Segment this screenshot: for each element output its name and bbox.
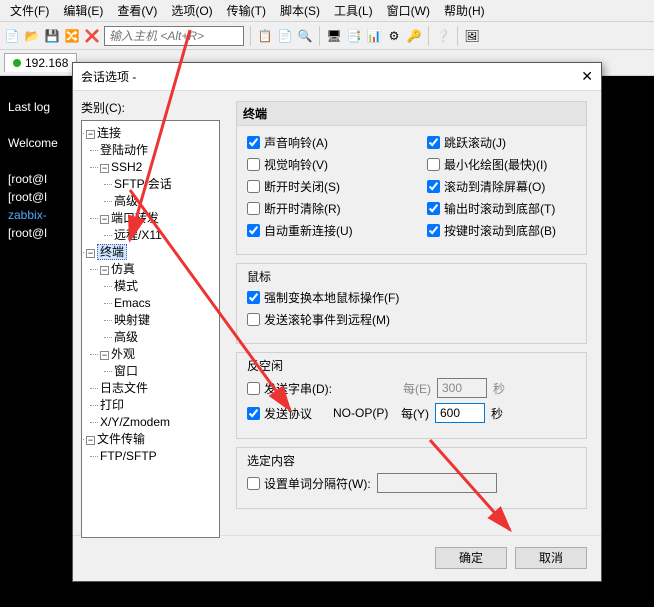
terminal-line: [root@l — [8, 226, 47, 240]
toolbar-icon[interactable]: 🔀 — [64, 28, 80, 44]
terminal-line: Welcome — [8, 136, 58, 150]
terminal-line: [root@l — [8, 190, 47, 204]
input-every2[interactable] — [435, 403, 485, 423]
copy-icon[interactable]: 📋 — [257, 28, 273, 44]
chk-clearondisc[interactable]: 断开时清除(R) — [247, 200, 387, 217]
collapse-icon[interactable]: − — [86, 249, 95, 258]
tree-terminal[interactable]: 终端 — [97, 244, 127, 260]
menubar: 文件(F) 编辑(E) 查看(V) 选项(O) 传输(T) 脚本(S) 工具(L… — [0, 0, 654, 22]
chk-forcemouse[interactable]: 强制变换本地鼠标操作(F) — [247, 289, 399, 306]
tree-sftp[interactable]: SFTP 会话 — [114, 177, 172, 191]
menu-view[interactable]: 查看(V) — [111, 0, 163, 21]
status-dot-icon — [13, 59, 21, 67]
ok-button[interactable]: 确定 — [435, 547, 507, 569]
tree-label: 类别(C): — [81, 99, 220, 116]
menu-edit[interactable]: 编辑(E) — [57, 0, 109, 21]
tree-appearance[interactable]: 外观 — [111, 347, 135, 361]
cancel-button[interactable]: 取消 — [515, 547, 587, 569]
toolbar-icon[interactable]: 📂 — [24, 28, 40, 44]
tree-filetransfer[interactable]: 文件传输 — [97, 432, 145, 446]
menu-file[interactable]: 文件(F) — [4, 0, 55, 21]
toolbar-icon[interactable]: 📄 — [4, 28, 20, 44]
tree-mode[interactable]: 模式 — [114, 279, 138, 293]
chk-autoreconn[interactable]: 自动重新连接(U) — [247, 222, 387, 239]
tree-connection[interactable]: 连接 — [97, 126, 121, 140]
collapse-icon[interactable]: − — [100, 351, 109, 360]
host-input[interactable] — [104, 26, 244, 46]
tree-remote[interactable]: 远程/X11 — [114, 228, 162, 242]
label-noop: NO-OP(P) — [333, 406, 395, 420]
chk-visual[interactable]: 视觉响铃(V) — [247, 156, 387, 173]
toolbar-icon[interactable]: 🔑 — [406, 28, 422, 44]
menu-options[interactable]: 选项(O) — [165, 0, 218, 21]
tree-port[interactable]: 端口转发 — [111, 211, 159, 225]
chk-closeondisc[interactable]: 断开时关闭(S) — [247, 178, 387, 195]
chk-sendstr[interactable]: 发送字串(D): — [247, 380, 397, 397]
find-icon[interactable]: 🔍 — [297, 28, 313, 44]
tab-label: 192.168 — [25, 56, 68, 70]
tree-emulation[interactable]: 仿真 — [111, 262, 135, 276]
toolbar-icon[interactable]: 💾 — [44, 28, 60, 44]
input-every1 — [437, 378, 487, 398]
category-tree[interactable]: −连接 登陆动作 −SSH2 SFTP 会话 高级 −端口转发 远程/X11 — [81, 120, 220, 538]
label-every1: 每(E) — [403, 380, 431, 397]
tree-emacs[interactable]: Emacs — [114, 296, 151, 310]
chk-sound[interactable]: 声音响铃(A) — [247, 134, 387, 151]
toolbar-icon[interactable]: 📊 — [366, 28, 382, 44]
tree-ssh2[interactable]: SSH2 — [111, 160, 142, 174]
toolbar-icon[interactable]: 🖼 — [464, 28, 480, 44]
help-icon[interactable]: ❔ — [435, 28, 451, 44]
paste-icon[interactable]: 📄 — [277, 28, 293, 44]
menu-script[interactable]: 脚本(S) — [274, 0, 326, 21]
group-idle-title: 反空闲 — [247, 357, 576, 374]
collapse-icon[interactable]: − — [100, 215, 109, 224]
chk-wheel[interactable]: 发送滚轮事件到远程(M) — [247, 311, 390, 328]
menu-transfer[interactable]: 传输(T) — [221, 0, 272, 21]
tree-window[interactable]: 窗口 — [114, 364, 138, 378]
input-worddelim — [377, 473, 497, 493]
toolbar-icon[interactable]: 📑 — [346, 28, 362, 44]
label-sec1: 秒 — [493, 380, 505, 397]
chk-worddelim[interactable]: 设置单词分隔符(W): — [247, 475, 371, 492]
collapse-icon[interactable]: − — [86, 130, 95, 139]
toolbar-icon[interactable]: ⚙ — [386, 28, 402, 44]
tree-print[interactable]: 打印 — [100, 398, 124, 412]
terminal-line: [root@l — [8, 172, 47, 186]
chk-scrollout[interactable]: 输出时滚动到底部(T) — [427, 200, 567, 217]
terminal-line: Last log — [8, 100, 50, 114]
session-options-dialog: 会话选项 - ✕ 类别(C): −连接 登陆动作 −SSH2 SFTP 会话 高… — [72, 62, 602, 582]
menu-tools[interactable]: 工具(L) — [328, 0, 379, 21]
tree-logfile[interactable]: 日志文件 — [100, 381, 148, 395]
toolbar: 📄 📂 💾 🔀 ❌ 📋 📄 🔍 🖥 📑 📊 ⚙ 🔑 ❔ 🖼 — [0, 22, 654, 50]
tree-mapkey[interactable]: 映射键 — [114, 313, 150, 327]
chk-scrollkey[interactable]: 按键时滚动到底部(B) — [427, 222, 567, 239]
menu-help[interactable]: 帮助(H) — [438, 0, 491, 21]
tree-advanced[interactable]: 高级 — [114, 330, 138, 344]
dialog-title: 会话选项 - — [81, 68, 136, 85]
chk-jumpscroll[interactable]: 跳跃滚动(J) — [427, 134, 567, 151]
collapse-icon[interactable]: − — [100, 164, 109, 173]
tree-advanced[interactable]: 高级 — [114, 194, 138, 208]
group-terminal-title: 终端 — [237, 102, 586, 126]
toolbar-icon[interactable]: ❌ — [84, 28, 100, 44]
chk-minredraw[interactable]: 最小化绘图(最快)(I) — [427, 156, 567, 173]
tree-xyz[interactable]: X/Y/Zmodem — [100, 415, 170, 429]
collapse-icon[interactable]: − — [86, 436, 95, 445]
tree-login[interactable]: 登陆动作 — [100, 143, 148, 157]
label-every2: 每(Y) — [401, 405, 429, 422]
tree-ftpsftp[interactable]: FTP/SFTP — [100, 449, 157, 463]
label-sec2: 秒 — [491, 405, 503, 422]
menu-window[interactable]: 窗口(W) — [381, 0, 436, 21]
group-sel-title: 选定内容 — [247, 452, 576, 469]
collapse-icon[interactable]: − — [100, 266, 109, 275]
session-tab[interactable]: 192.168 — [4, 53, 77, 72]
dialog-titlebar: 会话选项 - ✕ — [73, 63, 601, 91]
chk-sendproto[interactable]: 发送协议 — [247, 405, 327, 422]
group-mouse-title: 鼠标 — [247, 268, 576, 285]
chk-scrolltoclear[interactable]: 滚动到清除屏幕(O) — [427, 178, 567, 195]
toolbar-icon[interactable]: 🖥 — [326, 28, 342, 44]
settings-panel: 终端 声音响铃(A) 跳跃滚动(J) 视觉响铃(V) 最小化绘图(最快)(I) … — [228, 91, 601, 535]
close-icon[interactable]: ✕ — [581, 68, 593, 85]
terminal-line: zabbix- — [8, 208, 47, 222]
